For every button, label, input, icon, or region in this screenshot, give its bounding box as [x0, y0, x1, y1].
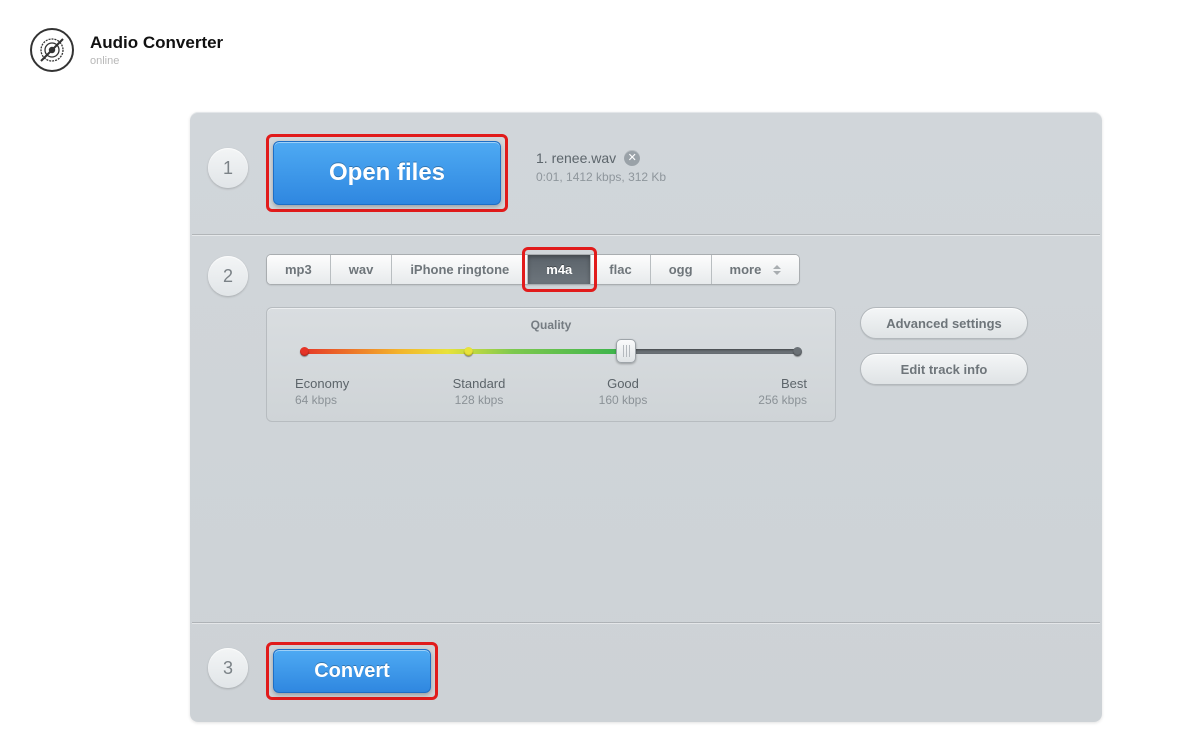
side-buttons: Advanced settings Edit track info	[860, 307, 1028, 385]
file-info: 1. renee.wav ✕ 0:01, 1412 kbps, 312 Kb	[536, 150, 666, 184]
format-mp3[interactable]: mp3	[267, 255, 331, 284]
file-meta: 0:01, 1412 kbps, 312 Kb	[536, 170, 666, 184]
open-files-highlight: Open files	[266, 134, 508, 212]
step-2-badge: 2	[208, 256, 248, 296]
format-more-label: more	[730, 262, 762, 277]
format-iphone-ringtone[interactable]: iPhone ringtone	[392, 255, 528, 284]
format-more[interactable]: more	[712, 255, 800, 284]
file-name: 1. renee.wav	[536, 150, 616, 166]
sort-caret-icon	[773, 265, 781, 275]
edit-track-info-button[interactable]: Edit track info	[860, 353, 1028, 385]
app-title-block: Audio Converter online	[90, 33, 223, 67]
tick-good: Good 160 kbps	[583, 376, 663, 407]
format-m4a[interactable]: m4a	[528, 255, 591, 284]
slider-stop-best	[793, 347, 802, 356]
format-segmented-control: mp3 wav iPhone ringtone m4a flac ogg mor…	[266, 254, 800, 285]
step-3-row: 3 Convert	[190, 624, 1102, 722]
app-title: Audio Converter	[90, 33, 223, 53]
advanced-settings-button[interactable]: Advanced settings	[860, 307, 1028, 339]
app-subtitle: online	[90, 55, 223, 67]
app-logo-icon	[30, 28, 74, 72]
step-3-badge: 3	[208, 648, 248, 688]
quality-tick-labels: Economy 64 kbps Standard 128 kbps Good 1…	[301, 376, 801, 407]
convert-highlight: Convert	[266, 642, 438, 700]
tick-economy: Economy 64 kbps	[295, 376, 375, 407]
tick-standard: Standard 128 kbps	[439, 376, 519, 407]
tick-best: Best 256 kbps	[727, 376, 807, 407]
app-header: Audio Converter online	[0, 0, 1193, 72]
step-1-badge: 1	[208, 148, 248, 188]
format-flac[interactable]: flac	[591, 255, 650, 284]
slider-stop-economy	[300, 347, 309, 356]
close-icon: ✕	[628, 153, 637, 164]
slider-stop-standard	[464, 347, 473, 356]
main-panel: 1 Open files 1. renee.wav ✕ 0:01, 1412 k…	[190, 112, 1102, 722]
slider-thumb[interactable]	[616, 339, 636, 363]
quality-title: Quality	[301, 318, 801, 332]
open-files-button[interactable]: Open files	[273, 141, 501, 205]
format-wav[interactable]: wav	[331, 255, 393, 284]
convert-button[interactable]: Convert	[273, 649, 431, 693]
format-ogg[interactable]: ogg	[651, 255, 712, 284]
remove-file-button[interactable]: ✕	[624, 150, 640, 166]
step-1-row: 1 Open files 1. renee.wav ✕ 0:01, 1412 k…	[190, 112, 1102, 234]
quality-card: Quality Economy 64 kbps	[266, 307, 836, 422]
step-2-row: 2 mp3 wav iPhone ringtone m4a flac ogg m…	[190, 236, 1102, 622]
quality-slider[interactable]	[301, 344, 801, 358]
